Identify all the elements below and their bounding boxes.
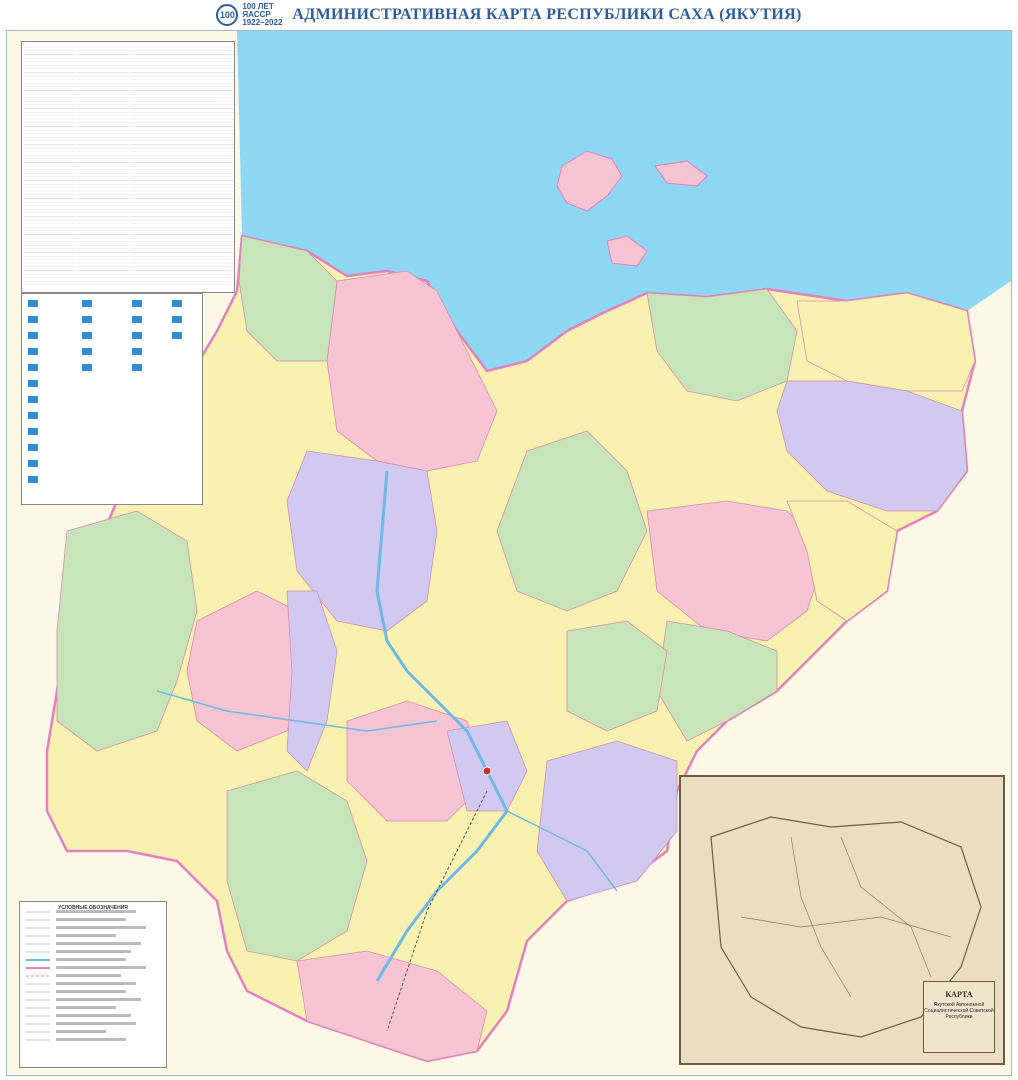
emblems-grid (28, 300, 182, 483)
regions-index-table (21, 41, 235, 293)
capital-marker[interactable] (482, 766, 492, 776)
map-header: 100 100 ЛЕТ ЯАССР 1922–2022 АДМИНИСТРАТИ… (0, 0, 1018, 30)
map-legend: УСЛОВНЫЕ ОБОЗНАЧЕНИЯ (19, 901, 167, 1068)
index-column-3 (130, 44, 182, 288)
logo-line-3: 1922–2022 (242, 18, 283, 27)
anniversary-logo: 100 100 ЛЕТ ЯАССР 1922–2022 (216, 3, 282, 27)
index-column-2 (77, 44, 129, 288)
anniversary-logo-text: 100 ЛЕТ ЯАССР 1922–2022 (242, 3, 282, 27)
map-title: АДМИНИСТРАТИВНАЯ КАРТА РЕСПУБЛИКИ САХА (… (292, 6, 802, 23)
legend-symbols (26, 910, 146, 1041)
cartouche-subtitle: Якутской Автономной Социалистической Сов… (924, 1002, 994, 1020)
historical-map-cartouche: КАРТА Якутской Автономной Социалистическ… (923, 981, 995, 1053)
cartouche-title: КАРТА (945, 990, 973, 999)
coats-of-arms-panel (21, 293, 203, 505)
historical-map-inset[interactable]: КАРТА Якутской Автономной Социалистическ… (679, 775, 1005, 1065)
map-frame[interactable]: УСЛОВНЫЕ ОБОЗНАЧЕНИЯ КАРТА Якутской Авто… (6, 30, 1012, 1076)
index-column-4 (182, 44, 234, 288)
emblem-icons (28, 300, 182, 483)
anniversary-emblem-icon: 100 (216, 4, 239, 26)
index-column-1 (24, 44, 76, 288)
